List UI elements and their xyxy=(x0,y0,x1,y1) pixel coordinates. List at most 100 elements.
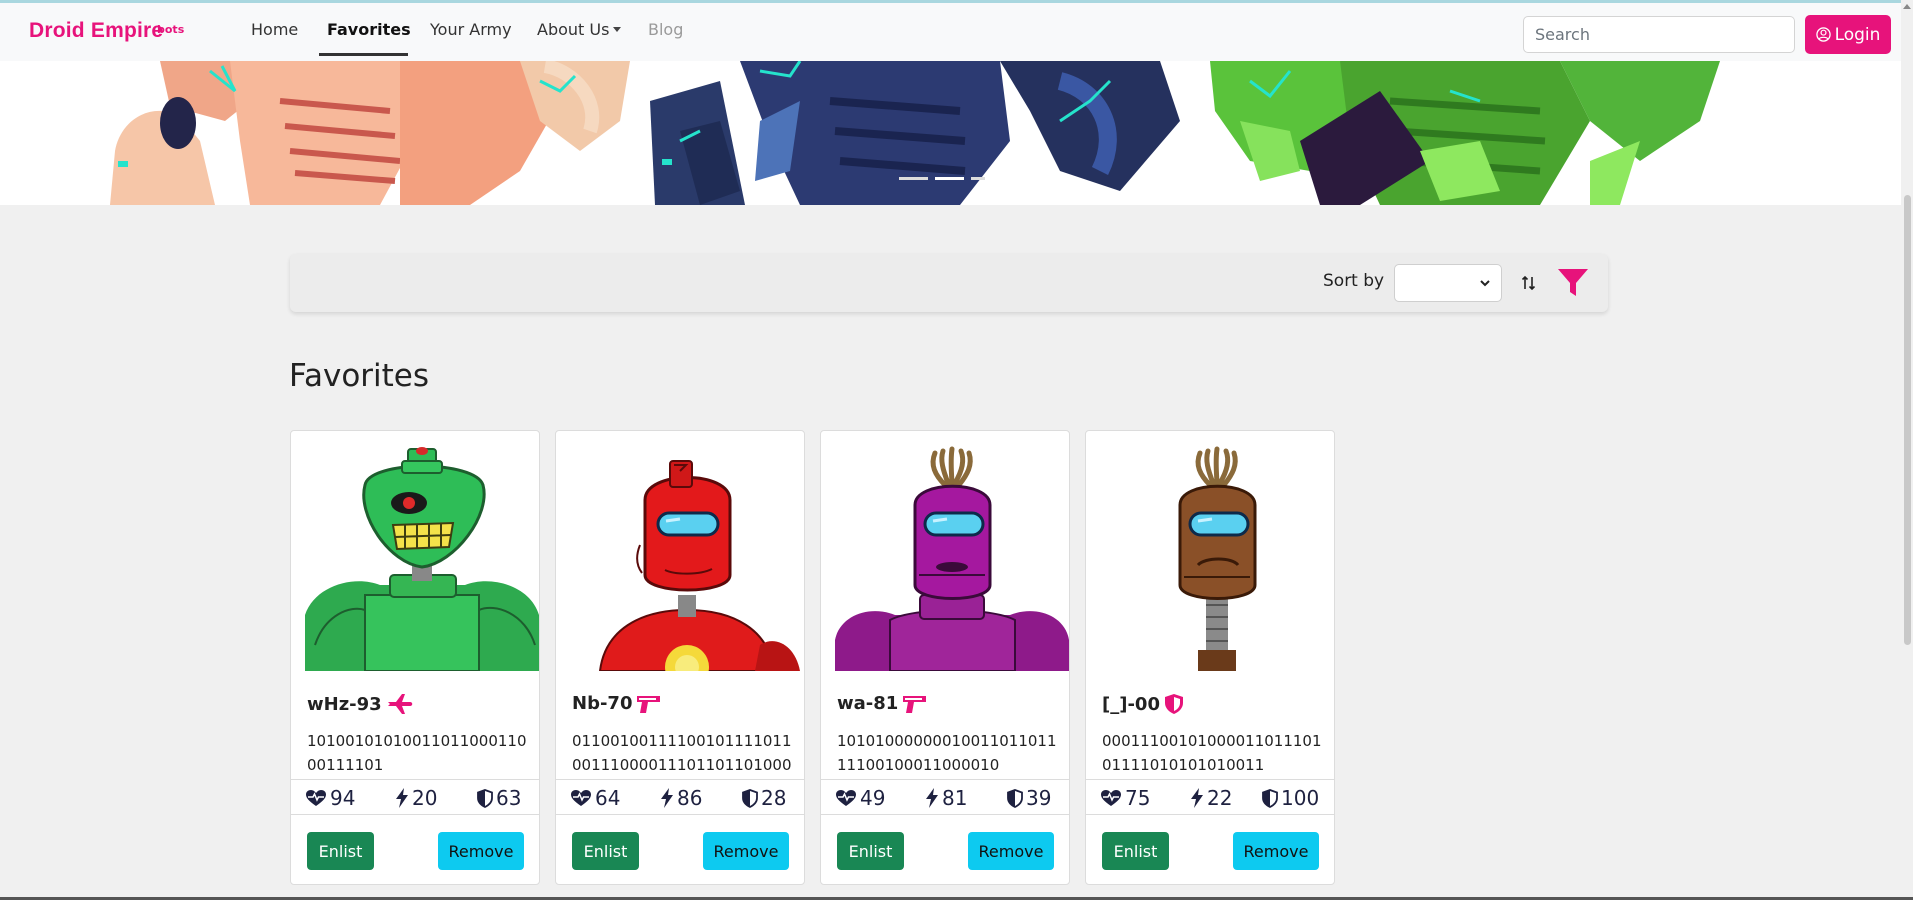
enlist-button[interactable]: Enlist xyxy=(572,832,639,870)
pistol-icon xyxy=(637,695,661,713)
health-value: 94 xyxy=(330,786,356,810)
page-title: Favorites xyxy=(289,358,430,394)
lightning-icon xyxy=(661,788,673,808)
shield-half-icon xyxy=(477,788,493,808)
sort-select[interactable] xyxy=(1394,264,1502,302)
scrollbar-thumb[interactable] xyxy=(1904,195,1911,645)
damage-value: 86 xyxy=(677,786,703,810)
robot-stats: 64 86 28 xyxy=(556,779,804,815)
carousel-indicator-2[interactable] xyxy=(935,177,964,180)
sort-by-label: Sort by xyxy=(1323,271,1385,291)
remove-button[interactable]: Remove xyxy=(438,832,524,870)
nav-blog: Blog xyxy=(648,20,684,39)
robot-name: wHz-93 xyxy=(307,693,414,715)
remove-button[interactable]: Remove xyxy=(968,832,1054,870)
lightning-icon xyxy=(1191,788,1203,808)
enlist-button[interactable]: Enlist xyxy=(837,832,904,870)
sort-order-button[interactable] xyxy=(1512,266,1546,300)
armor-value: 100 xyxy=(1281,786,1320,810)
damage-stat: 22 xyxy=(1190,786,1232,810)
shield-icon xyxy=(1164,694,1183,714)
heart-pulse-icon xyxy=(306,790,326,806)
robot-name-label: wHz-93 xyxy=(307,693,382,715)
nav-about-us-label: About Us xyxy=(537,20,610,39)
login-label: Login xyxy=(1834,24,1881,45)
health-stat: 75 xyxy=(1100,786,1150,810)
health-value: 75 xyxy=(1125,786,1151,810)
health-stat: 94 xyxy=(305,786,355,810)
login-button[interactable]: Login xyxy=(1805,15,1891,54)
robot-card: Nb-70 0110010011110010111101100111000011… xyxy=(555,430,805,885)
robot-stats: 75 22 100 xyxy=(1086,779,1334,815)
lightning-icon xyxy=(396,788,408,808)
armor-stat: 63 xyxy=(477,786,521,810)
damage-stat: 20 xyxy=(395,786,437,810)
robot-stats: 94 20 63 xyxy=(291,779,539,815)
robot-name-label: wa-81 xyxy=(837,693,899,714)
damage-value: 81 xyxy=(942,786,968,810)
robot-name-label: Nb-70 xyxy=(572,693,633,714)
armor-stat: 28 xyxy=(742,786,786,810)
hero-carousel[interactable] xyxy=(0,61,1913,205)
robot-avatar-image xyxy=(1178,446,1257,671)
robot-card: wHz-93 1010010101001101100011000111101 9… xyxy=(290,430,540,885)
robot-code: 0110010011110010111101100111000011101101… xyxy=(572,732,792,774)
nav-about-us-dropdown[interactable]: About Us xyxy=(537,20,622,39)
shield-half-icon xyxy=(742,788,758,808)
remove-button[interactable]: Remove xyxy=(703,832,789,870)
plane-icon xyxy=(387,694,412,714)
enlist-button[interactable]: Enlist xyxy=(307,832,374,870)
armor-value: 39 xyxy=(1026,786,1052,810)
robot-name: wa-81 xyxy=(837,693,928,714)
armor-stat: 39 xyxy=(1007,786,1051,810)
chevron-down-icon xyxy=(613,27,622,32)
sort-toolbar: Sort by xyxy=(290,254,1608,312)
scroll-up-arrow-icon[interactable] xyxy=(1903,4,1911,9)
robot-avatar-image xyxy=(305,447,539,671)
filter-funnel-icon xyxy=(1558,269,1588,296)
health-value: 64 xyxy=(595,786,621,810)
heart-pulse-icon xyxy=(571,790,591,806)
brand-bots-badge: bots xyxy=(157,23,185,36)
armor-value: 63 xyxy=(496,786,522,810)
damage-value: 22 xyxy=(1207,786,1233,810)
nav-active-indicator xyxy=(319,53,408,56)
robot-name-label: [_]-00 xyxy=(1102,693,1160,715)
hero-robots-illustration xyxy=(110,61,1720,205)
search-input[interactable] xyxy=(1523,16,1795,53)
robot-card: [_]-00 000111001010000110111010111101010… xyxy=(1085,430,1335,885)
robot-code: 1010100000001001101101111100100011000010 xyxy=(837,732,1057,774)
robot-name: [_]-00 xyxy=(1102,693,1184,715)
nav-home[interactable]: Home xyxy=(251,20,298,39)
heart-pulse-icon xyxy=(1101,790,1121,806)
health-stat: 49 xyxy=(835,786,885,810)
robot-stats: 49 81 39 xyxy=(821,779,1069,815)
enlist-button[interactable]: Enlist xyxy=(1102,832,1169,870)
user-circle-icon xyxy=(1815,27,1831,42)
damage-stat: 81 xyxy=(925,786,967,810)
health-stat: 64 xyxy=(570,786,620,810)
robot-code: 1010010101001101100011000111101 xyxy=(307,732,527,774)
robot-code: 0001110010100001101110101111010101010011 xyxy=(1102,732,1322,774)
carousel-indicator-1[interactable] xyxy=(899,177,928,180)
nav-your-army[interactable]: Your Army xyxy=(430,20,512,39)
remove-button[interactable]: Remove xyxy=(1233,832,1319,870)
lightning-icon xyxy=(926,788,938,808)
shield-half-icon xyxy=(1007,788,1023,808)
navbar: Droid Empire bots Home Favorites Your Ar… xyxy=(0,3,1913,61)
chevron-down-icon xyxy=(1480,280,1490,287)
health-value: 49 xyxy=(860,786,886,810)
filter-button[interactable] xyxy=(1555,265,1591,301)
robot-card: wa-81 1010100000001001101101111100100011… xyxy=(820,430,1070,885)
armor-value: 28 xyxy=(761,786,787,810)
carousel-indicator-3[interactable] xyxy=(971,177,985,180)
robot-avatar-image xyxy=(835,446,1069,671)
damage-stat: 86 xyxy=(660,786,702,810)
pistol-icon xyxy=(903,695,927,713)
shield-half-icon xyxy=(1262,788,1278,808)
nav-favorites[interactable]: Favorites xyxy=(327,20,411,39)
robot-name: Nb-70 xyxy=(572,693,662,714)
robot-avatar-image xyxy=(598,460,800,671)
damage-value: 20 xyxy=(412,786,438,810)
brand-logo[interactable]: Droid Empire xyxy=(29,19,163,43)
